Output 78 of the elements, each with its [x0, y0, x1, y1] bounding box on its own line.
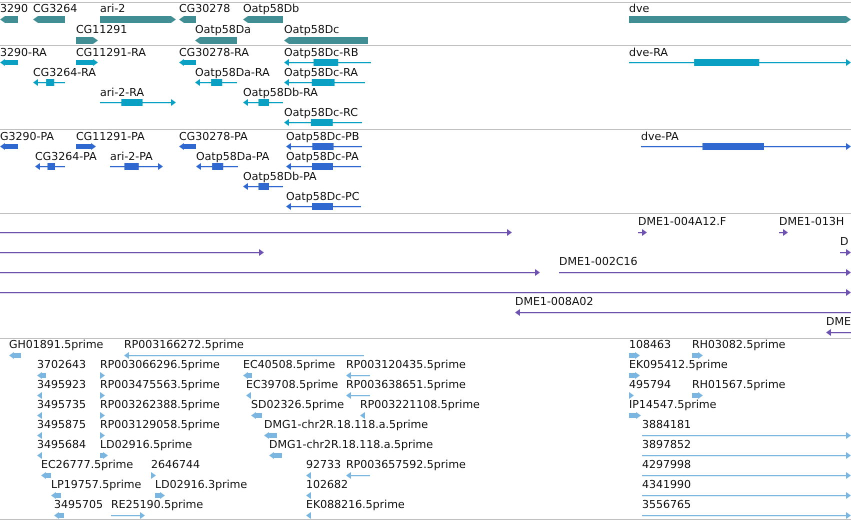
- est-label: 4297998: [642, 459, 691, 471]
- protein-label: G3290-PA: [0, 131, 54, 143]
- protein-label: dve-PA: [641, 131, 679, 143]
- protein-label: ari-2-PA: [110, 151, 153, 163]
- est-label: 92733: [306, 459, 341, 471]
- clone-label: D: [840, 236, 848, 248]
- transcript-label: CG11291-RA: [76, 47, 146, 59]
- est-label: 3556765: [642, 499, 691, 511]
- transcript-label: Oatp58Db-RA: [243, 87, 318, 99]
- est-label: EC39708.5prime: [246, 379, 338, 391]
- transcript-label: CG30278-RA: [179, 47, 249, 59]
- est-label: RP003657592.5prime: [346, 459, 466, 471]
- est-label: RP003066296.5prime: [100, 359, 220, 371]
- est-label: 3884181: [642, 419, 691, 431]
- est-label: RP003475563.5prime: [100, 379, 220, 391]
- est-label: 3495705: [54, 499, 103, 511]
- gene-label: CG3264: [33, 3, 78, 15]
- gene-label: Oatp58Dc: [284, 24, 340, 36]
- est-label: RH03082.5prime: [692, 339, 786, 351]
- est-label: LD02916.5prime: [100, 439, 192, 451]
- est-label: EC40508.5prime: [243, 359, 336, 371]
- est-label: RP003129058.5prime: [100, 419, 220, 431]
- clone-label: DME1-002C16: [559, 256, 638, 268]
- est-label: IP14547.5prime: [629, 399, 716, 411]
- clone-label: DME1-008A02: [515, 296, 594, 308]
- gene-label: CG30278: [179, 3, 230, 15]
- protein-label: Oatp58Dc-PA: [286, 151, 359, 163]
- est-label: EK095412.5prime: [629, 359, 728, 371]
- est-label: EC26777.5prime: [41, 459, 134, 471]
- est-label: RP003221108.5prime: [360, 399, 480, 411]
- est-label: RP003166272.5prime: [124, 339, 244, 351]
- clone-label: DME: [826, 316, 851, 328]
- transcript-label: 3290-RA: [0, 47, 47, 59]
- protein-label: Oatp58Dc-PC: [286, 191, 360, 203]
- protein-label: CG30278-PA: [179, 131, 248, 143]
- gene-label: 3290: [0, 3, 28, 15]
- est-label: GH01891.5prime: [9, 339, 104, 351]
- est-label: 3897852: [642, 439, 691, 451]
- protein-label: Oatp58Dc-PB: [286, 131, 360, 143]
- est-label: RE25190.5prime: [111, 499, 204, 511]
- transcript-label: dve-RA: [629, 47, 668, 59]
- clone-label: DME1-004A12.F: [638, 216, 726, 228]
- est-label: RP003262388.5prime: [100, 399, 220, 411]
- est-label: LP19757.5prime: [51, 479, 142, 491]
- est-label: 495794: [629, 379, 671, 391]
- est-label: 102682: [306, 479, 348, 491]
- gene-label: CG11291: [76, 24, 128, 36]
- est-label: 108463: [629, 339, 671, 351]
- transcript-label: Oatp58Dc-RB: [284, 47, 358, 59]
- est-label: SD02326.5prime: [251, 399, 344, 411]
- est-label: 2646744: [151, 459, 200, 471]
- transcript-label: Oatp58Dc-RC: [284, 107, 358, 119]
- est-label: 3495684: [37, 439, 86, 451]
- est-label: 3495923: [37, 379, 86, 391]
- protein-label: Oatp58Db-PA: [243, 171, 317, 183]
- gene-label: dve: [629, 3, 650, 15]
- transcript-label: ari-2-RA: [100, 87, 144, 99]
- est-label: 3495875: [37, 419, 86, 431]
- transcript-label: CG3264-RA: [33, 67, 96, 79]
- est-label: 4341990: [642, 479, 691, 491]
- est-label: EK088216.5prime: [306, 499, 405, 511]
- gene-label: Oatp58Db: [243, 3, 300, 15]
- est-label: DMG1-chr2R.18.118.a.5prime: [264, 419, 428, 431]
- est-label: 3702643: [37, 359, 86, 371]
- protein-label: CG3264-PA: [35, 151, 97, 163]
- gene-label: Oatp58Da: [195, 24, 251, 36]
- protein-label: Oatp58Da-PA: [196, 151, 270, 163]
- est-label: LD02916.3prime: [155, 479, 248, 491]
- est-label: 3495735: [37, 399, 86, 411]
- est-label: RP003120435.5prime: [346, 359, 466, 371]
- est-label: DMG1-chr2R.18.118.a.5prime: [269, 439, 434, 451]
- est-label: RP003638651.5prime: [346, 379, 466, 391]
- protein-label: CG11291-PA: [76, 131, 145, 143]
- gene-label: ari-2: [100, 3, 126, 15]
- transcript-label: Oatp58Dc-RA: [284, 67, 358, 79]
- transcript-label: Oatp58Da-RA: [195, 67, 270, 79]
- clone-label: DME1-013H: [779, 216, 844, 228]
- est-label: RH01567.5prime: [692, 379, 786, 391]
